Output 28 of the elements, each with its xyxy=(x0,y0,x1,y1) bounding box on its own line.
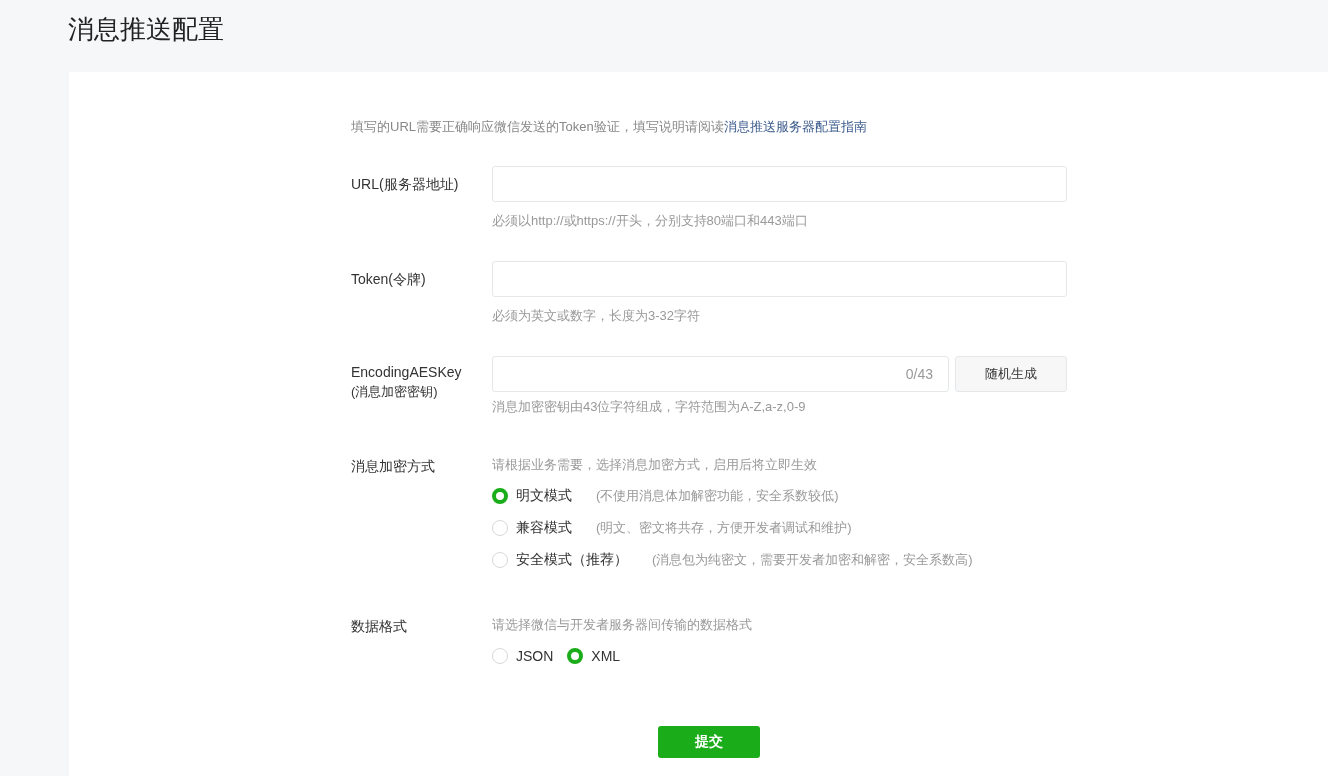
radio-label[interactable]: 兼容模式 xyxy=(516,519,572,537)
field-label: URL(服务器地址) xyxy=(351,175,460,194)
field-hint: 消息加密密钥由43位字符组成，字符范围为A-Z,a-z,0-9 xyxy=(492,398,807,416)
radio-button[interactable] xyxy=(492,488,508,504)
field-hint: 请选择微信与开发者服务器间传输的数据格式 xyxy=(492,616,753,634)
field-label: 消息加密方式 xyxy=(351,457,436,476)
character-counter: 0/43 xyxy=(905,366,933,382)
field-hint: 请根据业务需要，选择消息加密方式，启用后将立即生效 xyxy=(492,456,818,474)
radio-button[interactable] xyxy=(567,648,584,664)
field-hint: 必须以http://或https://开头，分别支持80端口和443端口 xyxy=(492,212,809,230)
field-label: 数据格式 xyxy=(351,617,408,636)
page-title: 消息推送配置 xyxy=(68,13,225,46)
input-field[interactable] xyxy=(492,166,1067,202)
option-note: (不使用消息体加解密功能，安全系数较低) xyxy=(596,487,839,505)
intro-text: 填写的URL需要正确响应微信发送的Token验证，填写说明请阅读消息推送服务器配置指南 xyxy=(351,118,868,136)
option-note: (明文、密文将共存，方便开发者调试和维护) xyxy=(596,519,852,537)
radio-label[interactable]: JSON xyxy=(516,648,554,664)
guide-link[interactable]: 消息推送服务器配置指南 xyxy=(723,119,867,134)
radio-label[interactable]: 明文模式 xyxy=(516,487,572,505)
input-field[interactable] xyxy=(492,261,1067,297)
radio-label[interactable]: XML xyxy=(591,648,621,664)
option-note: (消息包为纯密文，需要开发者加密和解密，安全系数高) xyxy=(652,551,973,569)
field-hint: 必须为英文或数字，长度为3-32字符 xyxy=(492,307,702,325)
generate-button[interactable]: 随机生成 xyxy=(955,356,1067,392)
field-label: EncodingAESKey xyxy=(351,363,463,382)
radio-label[interactable]: 安全模式（推荐） xyxy=(516,551,628,569)
field-label: Token(令牌) xyxy=(351,270,427,289)
field-sublabel: (消息加密密钥) xyxy=(351,383,439,401)
